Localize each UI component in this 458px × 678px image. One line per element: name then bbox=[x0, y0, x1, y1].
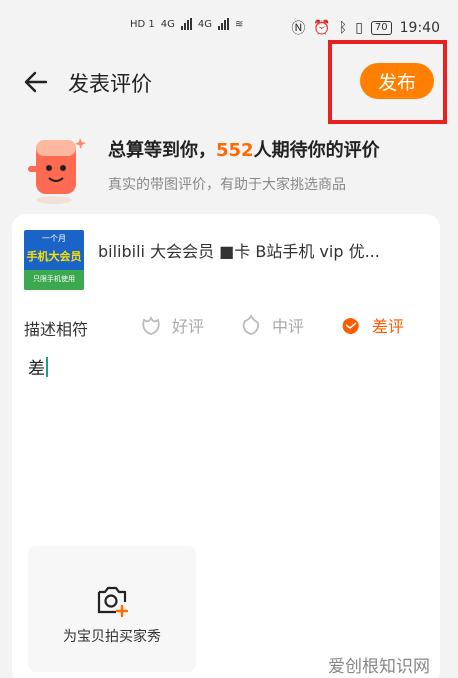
flower-icon bbox=[242, 313, 260, 335]
rating-neutral-label: 中评 bbox=[272, 317, 305, 336]
banner-title-prefix: 总算等到你， bbox=[108, 140, 216, 161]
thumb-main-text: 手机大会员 bbox=[26, 250, 82, 263]
review-input[interactable]: 差 bbox=[28, 354, 48, 379]
network-label: 4G bbox=[160, 18, 175, 30]
camera-plus-icon bbox=[97, 586, 129, 618]
review-card: 一个月 手机大会员 只限手机使用 bilibili 大会会员 ■卡 B站手机 v… bbox=[12, 214, 440, 678]
signal-icon-2 bbox=[218, 18, 230, 30]
rating-label: 描述相符 bbox=[24, 320, 89, 339]
hd-badge: HD 1 bbox=[130, 18, 155, 30]
text-caret bbox=[46, 357, 48, 377]
rating-good-label: 好评 bbox=[172, 317, 205, 336]
add-photo-label: 为宝贝拍买家秀 bbox=[63, 629, 161, 645]
status-right: Ⓝ ⏰ ᛒ ▯ 70 19:40 bbox=[291, 18, 440, 38]
waiting-count: 552 bbox=[216, 140, 254, 161]
rating-good-option[interactable]: 好评 bbox=[138, 312, 204, 338]
publish-button[interactable]: 发布 bbox=[360, 63, 434, 99]
rating-bad-option[interactable]: 差评 bbox=[338, 312, 404, 338]
flower-icon bbox=[142, 315, 160, 335]
battery-icon: 70 bbox=[370, 21, 392, 35]
back-arrow-icon[interactable] bbox=[22, 68, 50, 96]
rating-bad-label: 差评 bbox=[372, 317, 405, 336]
signal-icon bbox=[180, 18, 192, 30]
vibrate-icon: ▯ bbox=[355, 20, 363, 36]
rating-neutral-option[interactable]: 中评 bbox=[238, 312, 304, 338]
status-left: HD 1 4G 4G ≋ bbox=[130, 18, 243, 30]
thumb-bottom-text: 只限手机使用 bbox=[33, 275, 75, 283]
alarm-icon: ⏰ bbox=[313, 20, 331, 36]
review-banner: 总算等到你，552人期待你的评价 真实的带图评价，有助于大家挑选商品 bbox=[0, 120, 458, 210]
bluetooth-icon: ᛒ bbox=[338, 20, 348, 36]
wilted-flower-icon bbox=[342, 317, 359, 334]
watermark-text: 爱创根知识网 bbox=[328, 657, 430, 677]
product-thumbnail[interactable]: 一个月 手机大会员 只限手机使用 bbox=[24, 230, 84, 290]
nfc-icon: Ⓝ bbox=[291, 21, 306, 37]
clock: 19:40 bbox=[399, 20, 440, 36]
review-text: 差 bbox=[28, 359, 45, 379]
wifi-icon: ≋ bbox=[235, 18, 244, 30]
mascot-icon bbox=[28, 138, 86, 204]
product-title[interactable]: bilibili 大会会员 ■卡 B站手机 vip 优... bbox=[98, 238, 428, 262]
thumb-top-text: 一个月 bbox=[42, 234, 66, 243]
page-title: 发表评价 bbox=[68, 72, 152, 96]
banner-title-suffix: 人期待你的评价 bbox=[253, 140, 380, 161]
banner-subtitle: 真实的带图评价，有助于大家挑选商品 bbox=[108, 177, 346, 193]
banner-title: 总算等到你，552人期待你的评价 bbox=[108, 136, 380, 162]
network-label-2: 4G bbox=[197, 18, 213, 30]
add-photo-button[interactable]: 为宝贝拍买家秀 bbox=[28, 546, 196, 672]
